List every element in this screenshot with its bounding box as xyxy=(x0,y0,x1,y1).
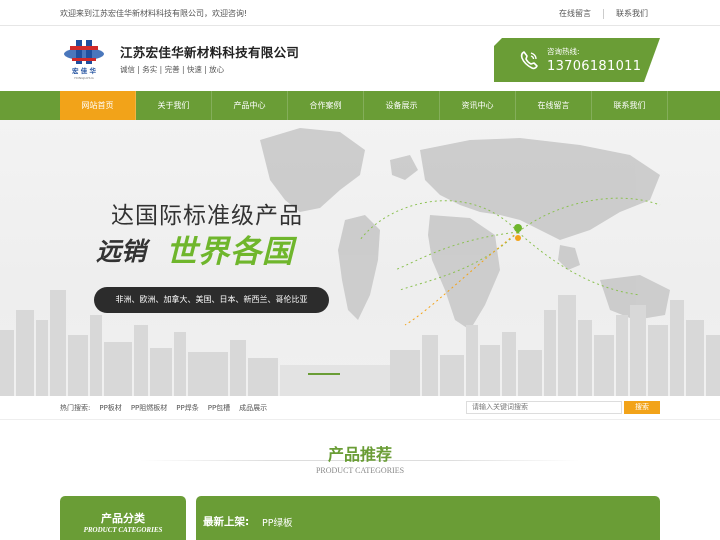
nav-item-equipment[interactable]: 设备展示 xyxy=(364,91,440,120)
hero-banner[interactable]: 达国际标准级产品 远销 世界各国 非洲、欧洲、加拿大、美国、日本、新西兰、哥伦比… xyxy=(0,120,720,396)
hot-term[interactable]: PP焊条 xyxy=(176,403,198,413)
location-pin-icon xyxy=(514,224,522,241)
nav-item-cases[interactable]: 合作案例 xyxy=(288,91,364,120)
nav-item-message[interactable]: 在线留言 xyxy=(516,91,592,120)
hotline-number[interactable]: 13706181011 xyxy=(547,59,641,74)
hot-term[interactable]: PP包槽 xyxy=(208,403,230,413)
top-bar: 欢迎来到江苏宏佳华新材料科技有限公司，欢迎咨询! 在线留言 联系我们 xyxy=(0,0,720,26)
hot-search-label: 热门搜索: xyxy=(60,404,91,412)
nav-item-about[interactable]: 关于我们 xyxy=(136,91,212,120)
top-link-contact[interactable]: 联系我们 xyxy=(604,8,660,19)
company-logo[interactable]: 宏 佳 华 HONGJIAHUA xyxy=(62,36,106,80)
hot-term[interactable]: PP板材 xyxy=(99,403,121,413)
nav-item-contact[interactable]: 联系我们 xyxy=(592,91,668,120)
banner-regions-pill: 非洲、欧洲、加拿大、美国、日本、新西兰、哥伦比亚 xyxy=(94,287,329,313)
company-name: 江苏宏佳华新材料科技有限公司 xyxy=(120,45,300,60)
nav-item-home[interactable]: 网站首页 xyxy=(60,91,136,120)
logo-subtext: HONGJIAHUA xyxy=(74,76,94,80)
newest-value[interactable]: PP绿板 xyxy=(262,515,292,529)
category-title: 产品分类 xyxy=(101,512,145,525)
hot-term[interactable]: PP阻燃板材 xyxy=(131,403,167,413)
search-input[interactable]: 请输入关键词搜索 xyxy=(466,401,622,414)
search-button[interactable]: 搜索 xyxy=(624,401,660,414)
banner-headline: 达国际标准级产品 xyxy=(111,203,303,229)
top-links: 在线留言 联系我们 xyxy=(547,8,660,19)
hot-term[interactable]: 成品展示 xyxy=(239,403,267,413)
section-title: 产品推荐 xyxy=(327,445,392,464)
hotline-box: 咨询热线: 13706181011 xyxy=(494,38,660,82)
logo-text: 宏 佳 华 xyxy=(72,66,97,75)
search-bar: 热门搜索: PP板材 PP阻燃板材 PP焊条 PP包槽 成品展示 请输入关键词搜… xyxy=(0,396,720,420)
welcome-text: 欢迎来到江苏宏佳华新材料科技有限公司，欢迎咨询! xyxy=(60,9,248,18)
hotline-label: 咨询热线: xyxy=(547,47,580,56)
phone-icon xyxy=(519,50,539,70)
category-panel-header: 产品分类 PRODUCT CATEGORIES xyxy=(60,496,186,540)
nav-item-news[interactable]: 资讯中心 xyxy=(440,91,516,120)
main-nav: 网站首页 关于我们 产品中心 合作案例 设备展示 资讯中心 在线留言 联系我们 xyxy=(0,91,720,120)
section-subtitle: PRODUCT CATEGORIES xyxy=(315,466,405,475)
banner-subheadline-prefix: 远销 xyxy=(96,237,147,266)
top-link-message[interactable]: 在线留言 xyxy=(547,8,603,19)
banner-slide-indicator[interactable] xyxy=(308,373,340,375)
category-subtitle: PRODUCT CATEGORIES xyxy=(83,526,163,534)
site-header: 宏 佳 华 HONGJIAHUA 江苏宏佳华新材料科技有限公司 诚信 | 务实 … xyxy=(0,26,720,90)
banner-subheadline-highlight: 世界各国 xyxy=(166,234,294,270)
company-slogan: 诚信 | 务实 | 完善 | 快速 | 放心 xyxy=(120,65,225,74)
newest-panel-header: 最新上架: PP绿板 xyxy=(196,496,660,540)
hot-search: 热门搜索: PP板材 PP阻燃板材 PP焊条 PP包槽 成品展示 xyxy=(60,403,276,413)
nav-item-products[interactable]: 产品中心 xyxy=(212,91,288,120)
newest-label: 最新上架: xyxy=(203,516,250,528)
